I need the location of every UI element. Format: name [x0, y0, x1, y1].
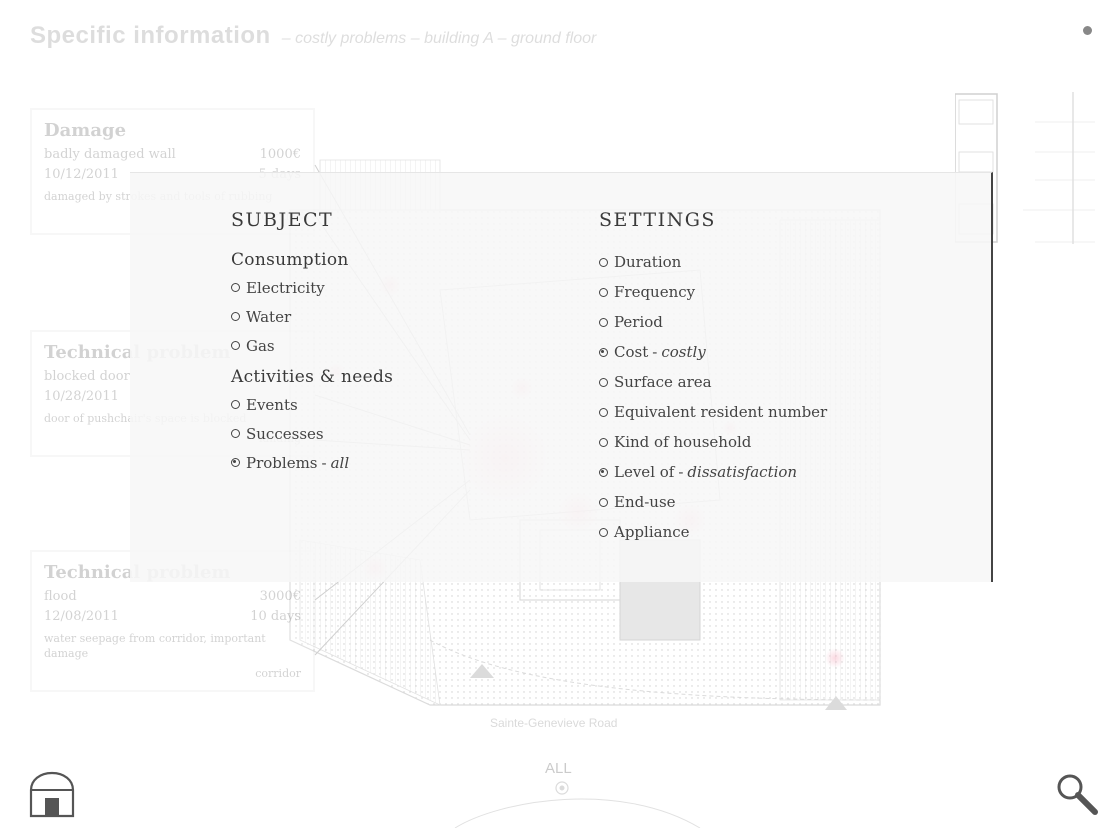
- option-surface-area[interactable]: Surface area: [599, 367, 827, 397]
- filter-overlay-panel: SUBJECT Consumption Electricity Water Ga…: [130, 172, 993, 582]
- card-item-name: flood: [44, 589, 77, 604]
- card-date: 10/28/2011: [44, 389, 119, 404]
- all-label[interactable]: ALL: [545, 760, 572, 777]
- card-date: 12/08/2011: [44, 609, 119, 624]
- option-electricity[interactable]: Electricity: [231, 273, 393, 302]
- group-heading-consumption: Consumption: [231, 250, 349, 270]
- card-row: 12/08/2011 10 days: [44, 607, 301, 627]
- option-label: Water: [246, 307, 292, 326]
- search-icon[interactable]: [1055, 772, 1099, 816]
- option-water[interactable]: Water: [231, 302, 393, 331]
- option-end-use[interactable]: End-use: [599, 487, 827, 517]
- card-item-name: blocked door: [44, 369, 130, 384]
- option-separator: -: [678, 463, 684, 481]
- option-label: Level of: [614, 463, 675, 481]
- option-duration[interactable]: Duration: [599, 247, 827, 277]
- radio-icon: [599, 407, 608, 417]
- card-cost: 3000€: [259, 589, 301, 604]
- radio-icon: [231, 341, 240, 350]
- radio-icon: [599, 497, 608, 507]
- option-problems[interactable]: Problems - all: [231, 448, 393, 477]
- radio-icon: [231, 312, 240, 321]
- option-label: Frequency: [614, 283, 696, 301]
- subject-heading: SUBJECT: [231, 209, 334, 231]
- option-label: Gas: [246, 336, 275, 355]
- radio-icon: [599, 437, 608, 447]
- group-heading-activities: Activities & needs: [231, 367, 394, 387]
- option-label: Equivalent resident number: [614, 403, 828, 421]
- option-label: Period: [614, 313, 663, 331]
- option-suffix: dissatisfaction: [687, 463, 798, 481]
- card-duration: 10 days: [250, 609, 301, 624]
- option-label: Electricity: [246, 278, 325, 297]
- option-label: Surface area: [614, 373, 712, 391]
- option-separator: -: [321, 453, 327, 472]
- home-icon[interactable]: [28, 770, 76, 818]
- option-events[interactable]: Events: [231, 390, 393, 419]
- radio-icon: [599, 527, 608, 537]
- card-location-tag: corridor: [255, 667, 301, 680]
- option-label: Appliance: [614, 523, 690, 541]
- app-screen: Specific information – costly problems –…: [0, 0, 1110, 828]
- card-date: 10/12/2011: [44, 167, 119, 182]
- option-kind-of-household[interactable]: Kind of household: [599, 427, 827, 457]
- page-title-subtitle: – costly problems – building A – ground …: [281, 30, 597, 47]
- option-separator: -: [652, 343, 658, 361]
- radio-icon: [599, 317, 608, 327]
- radio-icon: [231, 429, 240, 438]
- page-title-main: Specific information: [30, 22, 271, 49]
- card-row: flood 3000€: [44, 587, 301, 607]
- option-successes[interactable]: Successes: [231, 419, 393, 448]
- option-label: End-use: [614, 493, 676, 511]
- radio-checked-icon: [599, 347, 608, 357]
- radio-icon: [599, 257, 608, 267]
- radio-icon: [231, 400, 240, 409]
- option-gas[interactable]: Gas: [231, 331, 393, 360]
- radio-icon: [231, 283, 240, 292]
- option-period[interactable]: Period: [599, 307, 827, 337]
- card-title: Damage: [44, 120, 127, 141]
- subject-column: SUBJECT Consumption Electricity Water Ga…: [231, 209, 393, 477]
- radio-icon: [599, 287, 608, 297]
- option-label: Successes: [246, 424, 324, 443]
- option-equivalent-resident-number[interactable]: Equivalent resident number: [599, 397, 827, 427]
- option-label: Events: [246, 395, 298, 414]
- dot-indicator-icon[interactable]: [1083, 26, 1092, 35]
- page-title: Specific information – costly problems –…: [30, 22, 596, 50]
- settings-column: SETTINGS Duration Frequency Period Cost …: [599, 209, 827, 547]
- radio-checked-icon: [599, 467, 608, 477]
- radio-icon: [599, 377, 608, 387]
- option-suffix: all: [330, 453, 350, 472]
- card-cost: 1000€: [259, 147, 301, 162]
- option-appliance[interactable]: Appliance: [599, 517, 827, 547]
- option-label: Cost: [614, 343, 649, 361]
- card-row: badly damaged wall 1000€: [44, 145, 301, 165]
- option-frequency[interactable]: Frequency: [599, 277, 827, 307]
- option-level-of[interactable]: Level of - dissatisfaction: [599, 457, 827, 487]
- card-description: water seepage from corridor, important d…: [44, 632, 266, 660]
- option-cost[interactable]: Cost - costly: [599, 337, 827, 367]
- option-label: Kind of household: [614, 433, 752, 451]
- road-label: Sainte-Genevieve Road: [490, 716, 618, 730]
- option-label: Duration: [614, 253, 682, 271]
- card-item-name: badly damaged wall: [44, 147, 176, 162]
- radio-checked-icon: [231, 458, 240, 467]
- option-label: Problems: [246, 453, 318, 472]
- settings-heading: SETTINGS: [599, 209, 716, 231]
- option-suffix: costly: [661, 343, 706, 361]
